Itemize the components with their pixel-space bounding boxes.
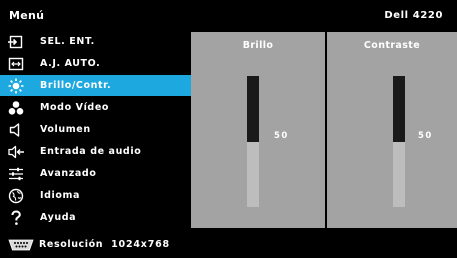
- menu-item-label: A.J. AUTO.: [40, 58, 101, 69]
- globe-icon: [8, 188, 24, 204]
- resolution-label: Resolución: [39, 239, 104, 250]
- projector-osd-menu: Menú Dell 4220 SEL. ENT. A.J. AUTO. Bril…: [0, 0, 457, 258]
- menu-item-label: Modo Vídeo: [40, 102, 109, 113]
- menu-sidebar: SEL. ENT. A.J. AUTO. Brillo/Contr. Modo …: [0, 31, 191, 229]
- menu-item-video-mode[interactable]: Modo Vídeo: [0, 97, 191, 118]
- contrast-panel: Contraste 50: [327, 32, 457, 228]
- resolution-footer: Resolución 1024x768: [0, 231, 457, 258]
- contrast-title: Contraste: [363, 40, 421, 51]
- speaker-icon: [8, 122, 24, 138]
- menu-item-auto-adjust[interactable]: A.J. AUTO.: [0, 53, 191, 74]
- audio-input-icon: [8, 144, 24, 160]
- video-mode-icon: [8, 100, 24, 116]
- brightness-panel: Brillo 50: [191, 32, 325, 228]
- menu-item-advanced[interactable]: Avanzado: [0, 163, 191, 184]
- menu-item-label: Brillo/Contr.: [40, 80, 112, 91]
- input-source-icon: [8, 34, 24, 50]
- menu-item-label: Avanzado: [40, 168, 97, 179]
- menu-item-language[interactable]: Idioma: [0, 185, 191, 206]
- menu-item-input-select[interactable]: SEL. ENT.: [0, 31, 191, 52]
- brightness-value: 50: [274, 131, 289, 141]
- menu-item-volume[interactable]: Volumen: [0, 119, 191, 140]
- sliders-icon: [8, 166, 24, 182]
- menu-item-label: Entrada de audio: [40, 146, 142, 157]
- menu-item-help[interactable]: Ayuda: [0, 207, 191, 228]
- auto-adjust-icon: [8, 56, 24, 72]
- menu-header: Menú Dell 4220: [0, 0, 457, 31]
- brightness-slider-fill: [247, 141, 259, 207]
- brightness-icon: [8, 78, 24, 94]
- model-name: Dell 4220: [384, 10, 443, 21]
- menu-item-label: Ayuda: [40, 212, 77, 223]
- brightness-title: Brillo: [242, 40, 274, 51]
- question-mark-icon: [8, 209, 24, 226]
- menu-item-brightness-contrast[interactable]: Brillo/Contr.: [0, 75, 191, 96]
- contrast-value: 50: [418, 131, 433, 141]
- menu-item-label: SEL. ENT.: [40, 36, 95, 47]
- brightness-slider[interactable]: [247, 76, 259, 207]
- menu-item-label: Idioma: [40, 190, 81, 201]
- contrast-slider[interactable]: [393, 76, 405, 207]
- menu-item-audio-input[interactable]: Entrada de audio: [0, 141, 191, 162]
- contrast-slider-fill: [393, 141, 405, 207]
- menu-title: Menú: [9, 9, 45, 22]
- vga-connector-icon: [8, 239, 34, 251]
- resolution-value: 1024x768: [111, 239, 170, 250]
- menu-item-label: Volumen: [40, 124, 91, 135]
